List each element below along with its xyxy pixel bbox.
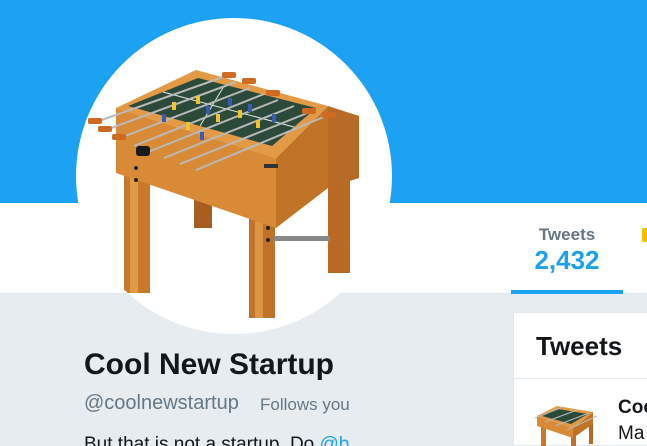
tweet-item[interactable]: Coo Ma xyxy=(514,379,647,446)
bio-mention-link[interactable]: @b... xyxy=(320,434,366,446)
profile-avatar[interactable] xyxy=(76,18,392,334)
tweets-stat-label: Tweets xyxy=(538,225,596,244)
tweet-avatar xyxy=(534,406,598,446)
profile-bio: But that is not a startup. Do @b... xyxy=(84,434,365,446)
tweets-panel-title: Tweets xyxy=(536,331,623,361)
next-tab-indicator xyxy=(642,228,647,242)
tweet-text: Ma xyxy=(618,423,645,444)
active-tab-indicator xyxy=(511,290,623,294)
tweets-timeline-panel: Tweets Coo Ma xyxy=(513,312,647,446)
bio-text: But that is not a startup. Do xyxy=(84,434,320,446)
tweets-stat-count: 2,432 xyxy=(534,245,600,275)
tweet-author-name[interactable]: Coo xyxy=(618,397,647,419)
tab-tweets[interactable]: Tweets 2,432 xyxy=(511,203,623,294)
foosball-table-image xyxy=(88,70,359,318)
profile-name: Cool New Startup xyxy=(84,348,335,381)
follows-you-badge: Follows you xyxy=(260,395,350,414)
profile-handle[interactable]: @coolnewstartup xyxy=(84,392,239,415)
